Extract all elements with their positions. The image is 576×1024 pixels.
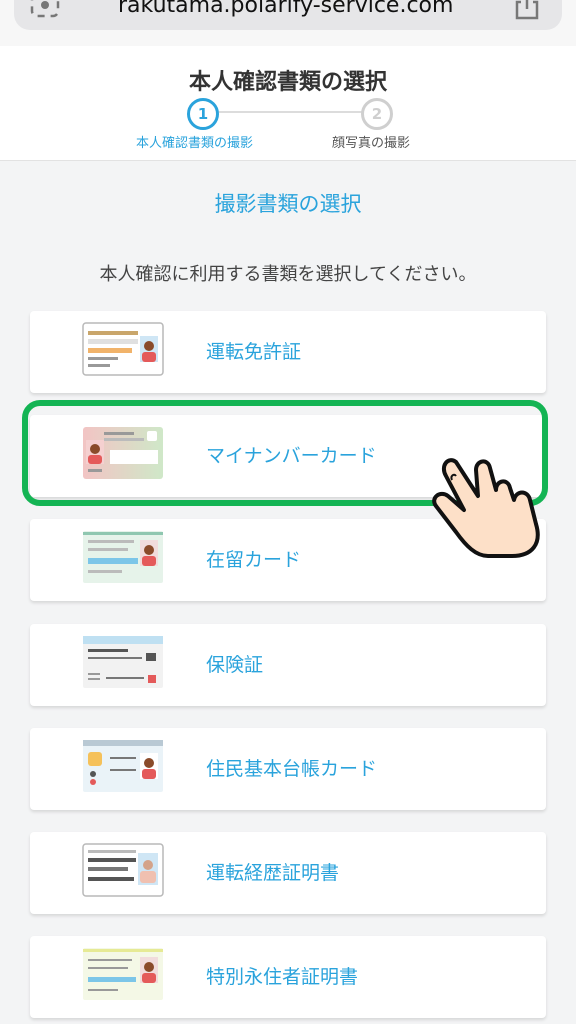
document-label: 特別永住者証明書: [206, 966, 359, 988]
stepper-line: [214, 111, 362, 113]
url-text[interactable]: rakutama.polarify-service.com: [118, 0, 453, 18]
step-1-label: 本人確認書類の撮影: [136, 136, 254, 151]
instruction-text: 本人確認に利用する書類を選択してください。: [99, 264, 477, 285]
id-card-icon: [83, 948, 163, 1000]
lens-icon[interactable]: [30, 0, 60, 18]
page-header: 本人確認書類の選択 1 2 本人確認書類の撮影 顔写真の撮影: [0, 46, 576, 161]
document-option-health-insurance-card[interactable]: 保険証: [30, 624, 546, 706]
step-2-indicator: 2: [361, 98, 393, 130]
id-card-icon: [83, 636, 163, 688]
document-option-special-permanent-resident-certificate[interactable]: 特別永住者証明書: [30, 936, 546, 1018]
document-option-resident-register-card[interactable]: 住民基本台帳カード: [30, 728, 546, 810]
hand-pointer-icon: [432, 458, 540, 558]
document-option-driving-history-certificate[interactable]: 運転経歴証明書: [30, 832, 546, 914]
id-card-icon: [83, 531, 163, 583]
step-1-indicator: 1: [187, 98, 219, 130]
document-label: 在留カード: [206, 549, 302, 571]
step-2-label: 顔写真の撮影: [332, 136, 411, 151]
document-label: 運転免許証: [206, 341, 302, 363]
page-title: 本人確認書類の選択: [188, 70, 387, 95]
browser-address-bar: rakutama.polarify-service.com: [0, 0, 576, 46]
document-label: 運転経歴証明書: [206, 862, 340, 884]
document-label: 保険証: [206, 654, 264, 676]
id-card-icon: [82, 322, 164, 376]
id-card-icon: [82, 843, 164, 897]
document-label: 住民基本台帳カード: [206, 758, 378, 780]
section-title: 撮影書類の選択: [214, 192, 362, 216]
id-card-icon: [83, 740, 163, 792]
share-icon[interactable]: [512, 0, 542, 20]
document-option-drivers-license[interactable]: 運転免許証: [30, 311, 546, 393]
